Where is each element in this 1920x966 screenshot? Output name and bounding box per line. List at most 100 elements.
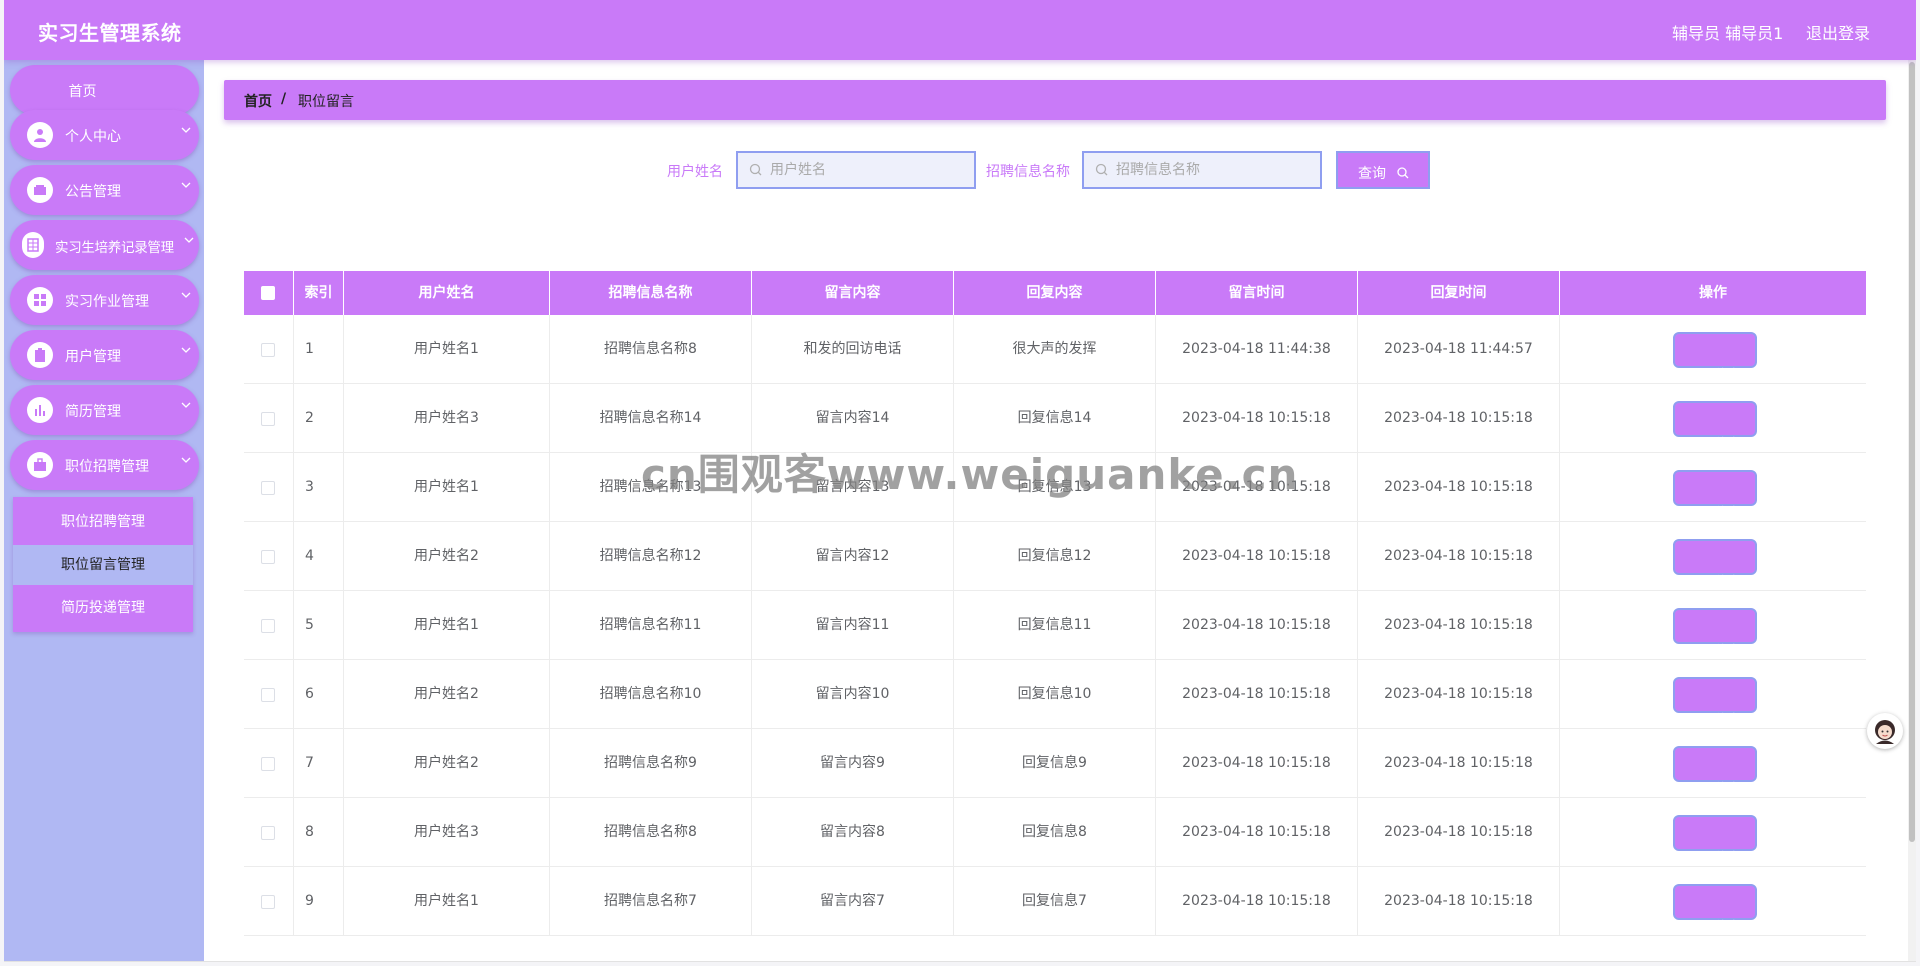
scrollbar-thumb[interactable] <box>1909 62 1915 842</box>
logout-link[interactable]: 退出登录 <box>1806 20 1870 44</box>
action-cell: 详情 <box>1560 867 1866 936</box>
detail-button[interactable]: 详情 <box>1673 608 1757 660</box>
detail-button-label: 详情 <box>1711 713 1739 729</box>
message-cell: 留言内容12 <box>752 522 954 591</box>
detail-button[interactable]: 详情 <box>1673 332 1757 384</box>
detail-button[interactable]: 详情 <box>1673 677 1757 729</box>
detail-button[interactable]: 详情 <box>1673 539 1757 591</box>
query-button[interactable]: 查询 <box>1336 151 1430 189</box>
detail-button[interactable]: 详情 <box>1673 401 1757 453</box>
username-cell: 用户姓名3 <box>344 798 550 867</box>
message-time-cell: 2023-04-18 10:15:18 <box>1156 798 1358 867</box>
sidebar-item-label: 职位招聘管理 <box>65 459 149 475</box>
username-cell: 用户姓名2 <box>344 729 550 798</box>
document-icon <box>1693 552 1704 591</box>
detail-button-label: 详情 <box>1711 437 1739 453</box>
sidebar-item-personal-center[interactable]: 个人中心 <box>10 110 199 160</box>
username-cell: 用户姓名2 <box>344 660 550 729</box>
select-cell <box>244 867 294 936</box>
document-icon <box>1693 759 1704 798</box>
search-icon <box>748 162 764 182</box>
index-cell: 2 <box>294 384 344 453</box>
reply-time-cell: 2023-04-18 10:15:18 <box>1358 522 1560 591</box>
submenu-item-job-management[interactable]: 职位招聘管理 <box>13 502 193 542</box>
row-checkbox[interactable] <box>261 757 275 771</box>
job-name-cell: 招聘信息名称10 <box>550 660 752 729</box>
detail-button-label: 详情 <box>1711 575 1739 591</box>
sidebar-item-home[interactable]: 首页 <box>10 65 199 115</box>
detail-button[interactable]: 详情 <box>1673 884 1757 936</box>
row-checkbox[interactable] <box>261 619 275 633</box>
sidebar-item-announcements[interactable]: 公告管理 <box>10 165 199 215</box>
reply-time-cell: 2023-04-18 10:15:18 <box>1358 798 1560 867</box>
submenu-item-resume-delivery[interactable]: 简历投递管理 <box>13 588 193 628</box>
username-cell: 用户姓名2 <box>344 522 550 591</box>
detail-button[interactable]: 详情 <box>1673 815 1757 867</box>
user-icon <box>27 122 53 148</box>
username-search-input[interactable] <box>770 160 920 180</box>
row-checkbox[interactable] <box>261 826 275 840</box>
sidebar-item-users[interactable]: 用户管理 <box>10 330 199 380</box>
row-checkbox[interactable] <box>261 412 275 426</box>
select-cell <box>244 384 294 453</box>
table-row: 2 用户姓名3 招聘信息名称14 留言内容14 回复信息14 2023-04-18 10:… <box>244 384 1866 453</box>
select-cell <box>244 798 294 867</box>
username-search-field[interactable] <box>736 151 976 189</box>
sidebar-item-label: 实习生培养记录管理 <box>55 240 174 256</box>
reply-time-cell: 2023-04-18 10:15:18 <box>1358 660 1560 729</box>
row-checkbox[interactable] <box>261 688 275 702</box>
row-checkbox[interactable] <box>261 481 275 495</box>
job-search-field[interactable] <box>1082 151 1322 189</box>
document-icon <box>1693 345 1704 384</box>
detail-button[interactable]: 详情 <box>1673 470 1757 522</box>
message-cell: 留言内容11 <box>752 591 954 660</box>
action-cell: 详情 <box>1560 729 1866 798</box>
select-cell <box>244 660 294 729</box>
table-row: 4 用户姓名2 招聘信息名称12 留言内容12 回复信息12 2023-04-18 10:… <box>244 522 1866 591</box>
job-search-input[interactable] <box>1116 160 1266 180</box>
breadcrumb: 首页 / 职位留言 <box>224 80 1886 120</box>
index-cell: 4 <box>294 522 344 591</box>
job-name-cell: 招聘信息名称7 <box>550 867 752 936</box>
breadcrumb-separator: / <box>281 91 287 107</box>
message-time-cell: 2023-04-18 10:15:18 <box>1156 867 1358 936</box>
chevron-down-icon <box>181 288 191 304</box>
job-name-cell: 招聘信息名称8 <box>550 798 752 867</box>
row-checkbox[interactable] <box>261 343 275 357</box>
column-header: 索引 <box>294 271 344 315</box>
clipboard-icon <box>27 342 53 368</box>
username-search-label: 用户姓名 <box>667 164 723 180</box>
message-cell: 留言内容13 <box>752 453 954 522</box>
sidebar-item-intern-homework[interactable]: 实习作业管理 <box>10 275 199 325</box>
action-cell: 详情 <box>1560 798 1866 867</box>
index-cell: 9 <box>294 867 344 936</box>
job-name-cell: 招聘信息名称12 <box>550 522 752 591</box>
detail-button[interactable]: 详情 <box>1673 746 1757 798</box>
column-header: 回复内容 <box>954 271 1156 315</box>
chevron-down-icon <box>181 398 191 414</box>
table-row: 9 用户姓名1 招聘信息名称7 留言内容7 回复信息7 2023-04-18 10:15:… <box>244 867 1866 936</box>
table-row: 7 用户姓名2 招聘信息名称9 留言内容9 回复信息9 2023-04-18 10:15:… <box>244 729 1866 798</box>
reply-time-cell: 2023-04-18 10:15:18 <box>1358 729 1560 798</box>
breadcrumb-home[interactable]: 首页 <box>244 91 272 111</box>
action-cell: 详情 <box>1560 522 1866 591</box>
row-checkbox[interactable] <box>261 895 275 909</box>
submenu-item-job-messages[interactable]: 职位留言管理 <box>13 545 193 585</box>
index-cell: 5 <box>294 591 344 660</box>
sidebar-item-job-recruitment[interactable]: 职位招聘管理 <box>10 440 199 490</box>
sidebar-item-label: 用户管理 <box>65 349 121 365</box>
sidebar-item-resumes[interactable]: 简历管理 <box>10 385 199 435</box>
reply-cell: 回复信息7 <box>954 867 1156 936</box>
column-header: 招聘信息名称 <box>550 271 752 315</box>
action-cell: 详情 <box>1560 315 1866 384</box>
assistant-avatar[interactable] <box>1867 713 1903 749</box>
select-all-checkbox[interactable] <box>261 286 275 300</box>
message-cell: 留言内容9 <box>752 729 954 798</box>
index-cell: 3 <box>294 453 344 522</box>
sidebar-item-label: 首页 <box>68 84 97 100</box>
job-name-cell: 招聘信息名称14 <box>550 384 752 453</box>
message-cell: 留言内容14 <box>752 384 954 453</box>
row-checkbox[interactable] <box>261 550 275 564</box>
query-button-label: 查询 <box>1358 166 1386 182</box>
sidebar-item-intern-training[interactable]: 实习生培养记录管理 <box>10 220 199 270</box>
